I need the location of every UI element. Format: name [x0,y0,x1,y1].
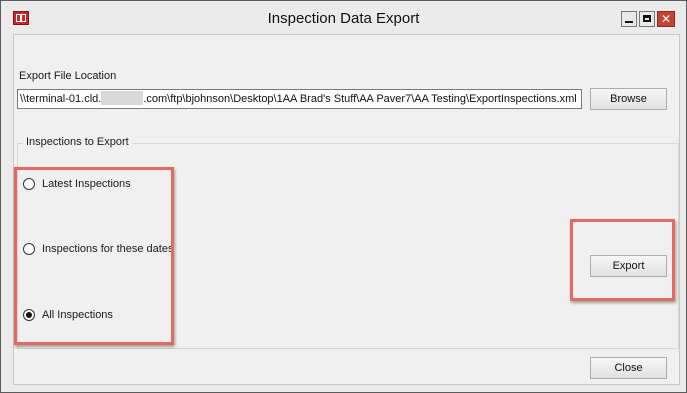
inspections-group-legend: Inspections to Export [23,136,132,148]
path-prefix: \\terminal-01.cld. [20,93,102,105]
export-location-label: Export File Location [19,70,117,82]
browse-button[interactable]: Browse [590,88,667,110]
inspection-export-window: Inspection Data Export ✕ Export File Loc… [0,0,687,393]
export-path-field[interactable]: \\terminal-01.cld. .com\ftp\bjohnson\Desk… [17,89,582,109]
maximize-button[interactable] [639,11,655,27]
path-suffix: .com\ftp\bjohnson\Desktop\1AA Brad's Stu… [143,93,577,105]
radio-highlight-box [14,167,174,345]
close-icon: ✕ [660,12,672,26]
window-title: Inspection Data Export [267,10,420,27]
title-bar[interactable]: Inspection Data Export ✕ [1,1,686,34]
close-window-button[interactable]: ✕ [657,11,675,27]
export-highlight-box [570,219,675,301]
minimize-button[interactable] [621,11,637,27]
close-button[interactable]: Close [590,357,667,379]
redacted-block [101,91,144,105]
